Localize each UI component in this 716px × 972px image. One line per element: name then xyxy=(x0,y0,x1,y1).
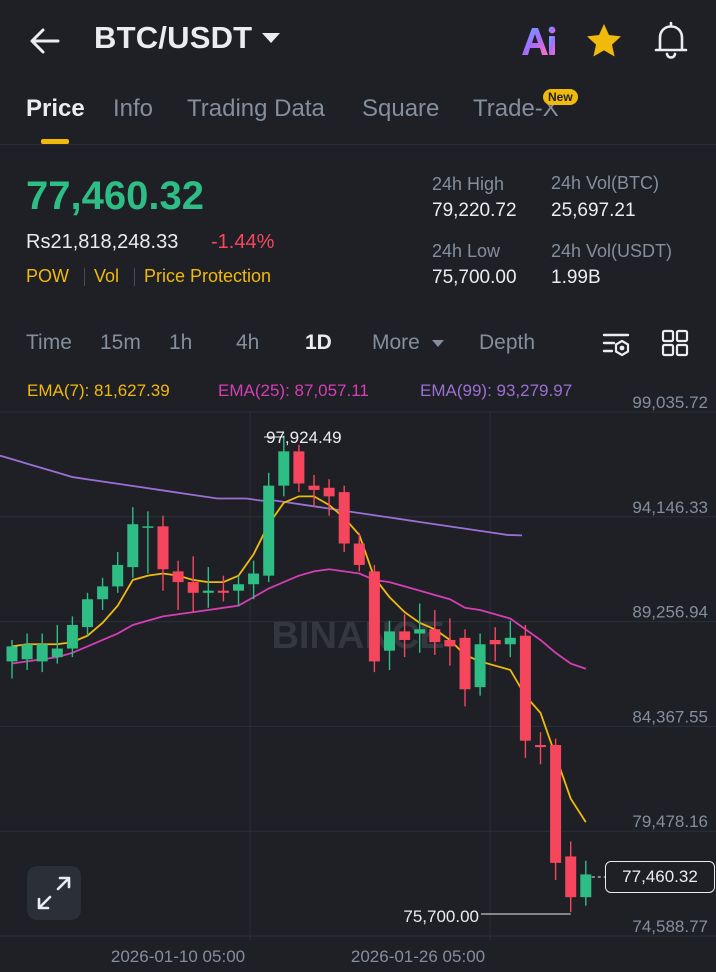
candle-body xyxy=(172,571,184,583)
candle-body xyxy=(217,590,229,593)
tag-price-protection[interactable]: Price Protection xyxy=(144,266,271,287)
last-price-marker: 77,460.32 xyxy=(605,861,715,893)
candle-body xyxy=(66,624,78,649)
candle-body xyxy=(36,644,48,662)
chevron-down-icon xyxy=(432,340,444,347)
tab-trading-data[interactable]: Trading Data xyxy=(187,95,325,123)
min-price-label: 75,700.00 xyxy=(403,907,479,926)
timeframe-1d[interactable]: 1D xyxy=(305,331,332,355)
chart-settings-icon[interactable] xyxy=(601,328,633,360)
ema7-label: EMA(7): 81,627.39 xyxy=(27,381,170,400)
star-icon[interactable] xyxy=(585,22,623,60)
tag-divider xyxy=(84,268,85,286)
tag-divider xyxy=(134,268,135,286)
tag-vol[interactable]: Vol xyxy=(94,266,119,287)
candle-body xyxy=(51,648,63,658)
price-change-percent: -1.44% xyxy=(211,231,275,253)
timeframe-15m[interactable]: 15m xyxy=(100,331,141,355)
price-axis-label: 99,035.72 xyxy=(632,393,708,412)
price-axis-label: 74,588.77 xyxy=(632,917,708,936)
date-axis-label: 2026-01-10 05:00 xyxy=(111,947,245,966)
high-24h-label: 24h High xyxy=(432,174,505,194)
ema7-line xyxy=(11,495,587,823)
price-axis-label: 79,478.16 xyxy=(632,812,708,831)
max-price-label: 97,924.49 xyxy=(266,428,342,447)
candle-body xyxy=(157,526,169,570)
candle-body xyxy=(323,487,335,497)
last-price: 77,460.32 xyxy=(26,174,204,218)
candle-body xyxy=(82,599,93,628)
tabs-divider xyxy=(0,144,716,145)
candle-body xyxy=(368,571,380,662)
candle-body xyxy=(429,629,441,643)
price-axis-label: 89,256.94 xyxy=(632,603,708,622)
back-arrow-icon[interactable] xyxy=(28,24,62,58)
low-24h-value: 75,700.00 xyxy=(432,267,517,288)
chevron-down-icon xyxy=(262,33,281,43)
price-axis-label: 94,146.33 xyxy=(632,498,708,517)
ai-icon[interactable] xyxy=(519,22,559,60)
price-axis-label: 84,367.55 xyxy=(632,707,708,726)
expand-icon xyxy=(37,876,71,910)
candle-body xyxy=(504,637,516,645)
candle-body xyxy=(6,646,18,662)
new-badge: New xyxy=(543,89,578,105)
vol-btc-value: 25,697.21 xyxy=(551,200,636,221)
candle-body xyxy=(278,451,290,486)
timeframe-more[interactable]: More xyxy=(372,331,420,355)
candle-body xyxy=(459,637,471,690)
candle-body xyxy=(444,639,456,647)
timeframe-time[interactable]: Time xyxy=(26,331,72,355)
ema99-line xyxy=(0,454,523,537)
candle-body xyxy=(384,631,395,651)
candle-body xyxy=(353,543,365,565)
candle-body xyxy=(293,451,305,484)
high-24h-value: 79,220.72 xyxy=(432,200,517,221)
timeframe-4h[interactable]: 4h xyxy=(236,331,259,355)
candle-body xyxy=(21,644,33,660)
candle-body xyxy=(489,639,501,645)
candle-body xyxy=(580,874,592,898)
pair-label: BTC/USDT xyxy=(94,20,253,55)
candle-body xyxy=(308,485,320,490)
vol-btc-label: 24h Vol(BTC) xyxy=(551,173,660,193)
bell-icon[interactable] xyxy=(652,20,690,60)
tab-price[interactable]: Price xyxy=(26,95,85,123)
tab-info[interactable]: Info xyxy=(113,95,153,123)
candle-body xyxy=(248,573,260,585)
candle-body xyxy=(142,526,154,528)
candle-body xyxy=(263,485,275,576)
grid-layout-icon[interactable] xyxy=(661,329,689,357)
candle-body xyxy=(399,631,411,640)
fiat-price: Rs21,818,248.33 xyxy=(26,231,179,253)
fullscreen-button[interactable] xyxy=(27,866,81,920)
tab-square[interactable]: Square xyxy=(362,95,439,123)
candle-body xyxy=(414,629,426,634)
tag-pow[interactable]: POW xyxy=(26,266,69,287)
candle-body xyxy=(233,584,244,591)
candle-body xyxy=(338,492,350,544)
candle-body xyxy=(550,744,562,863)
date-axis-label: 2026-01-26 05:00 xyxy=(351,947,485,966)
candle-body xyxy=(97,586,109,600)
ema99-label: EMA(99): 93,279.97 xyxy=(420,381,573,400)
timeframe-depth[interactable]: Depth xyxy=(479,331,535,355)
candle-body xyxy=(535,744,546,748)
timeframe-1h[interactable]: 1h xyxy=(169,331,192,355)
candle-body xyxy=(187,582,199,593)
candle-body xyxy=(565,856,577,898)
candle-body xyxy=(127,524,139,568)
candle-body xyxy=(202,590,214,593)
candle-body xyxy=(474,644,486,688)
candle-body xyxy=(112,564,124,587)
ema25-label: EMA(25): 87,057.11 xyxy=(218,381,369,400)
low-24h-label: 24h Low xyxy=(432,241,501,261)
candle-body xyxy=(519,635,531,741)
pair-selector[interactable]: BTC/USDT xyxy=(94,20,281,56)
vol-usdt-value: 1.99B xyxy=(551,267,601,288)
vol-usdt-label: 24h Vol(USDT) xyxy=(551,241,673,261)
